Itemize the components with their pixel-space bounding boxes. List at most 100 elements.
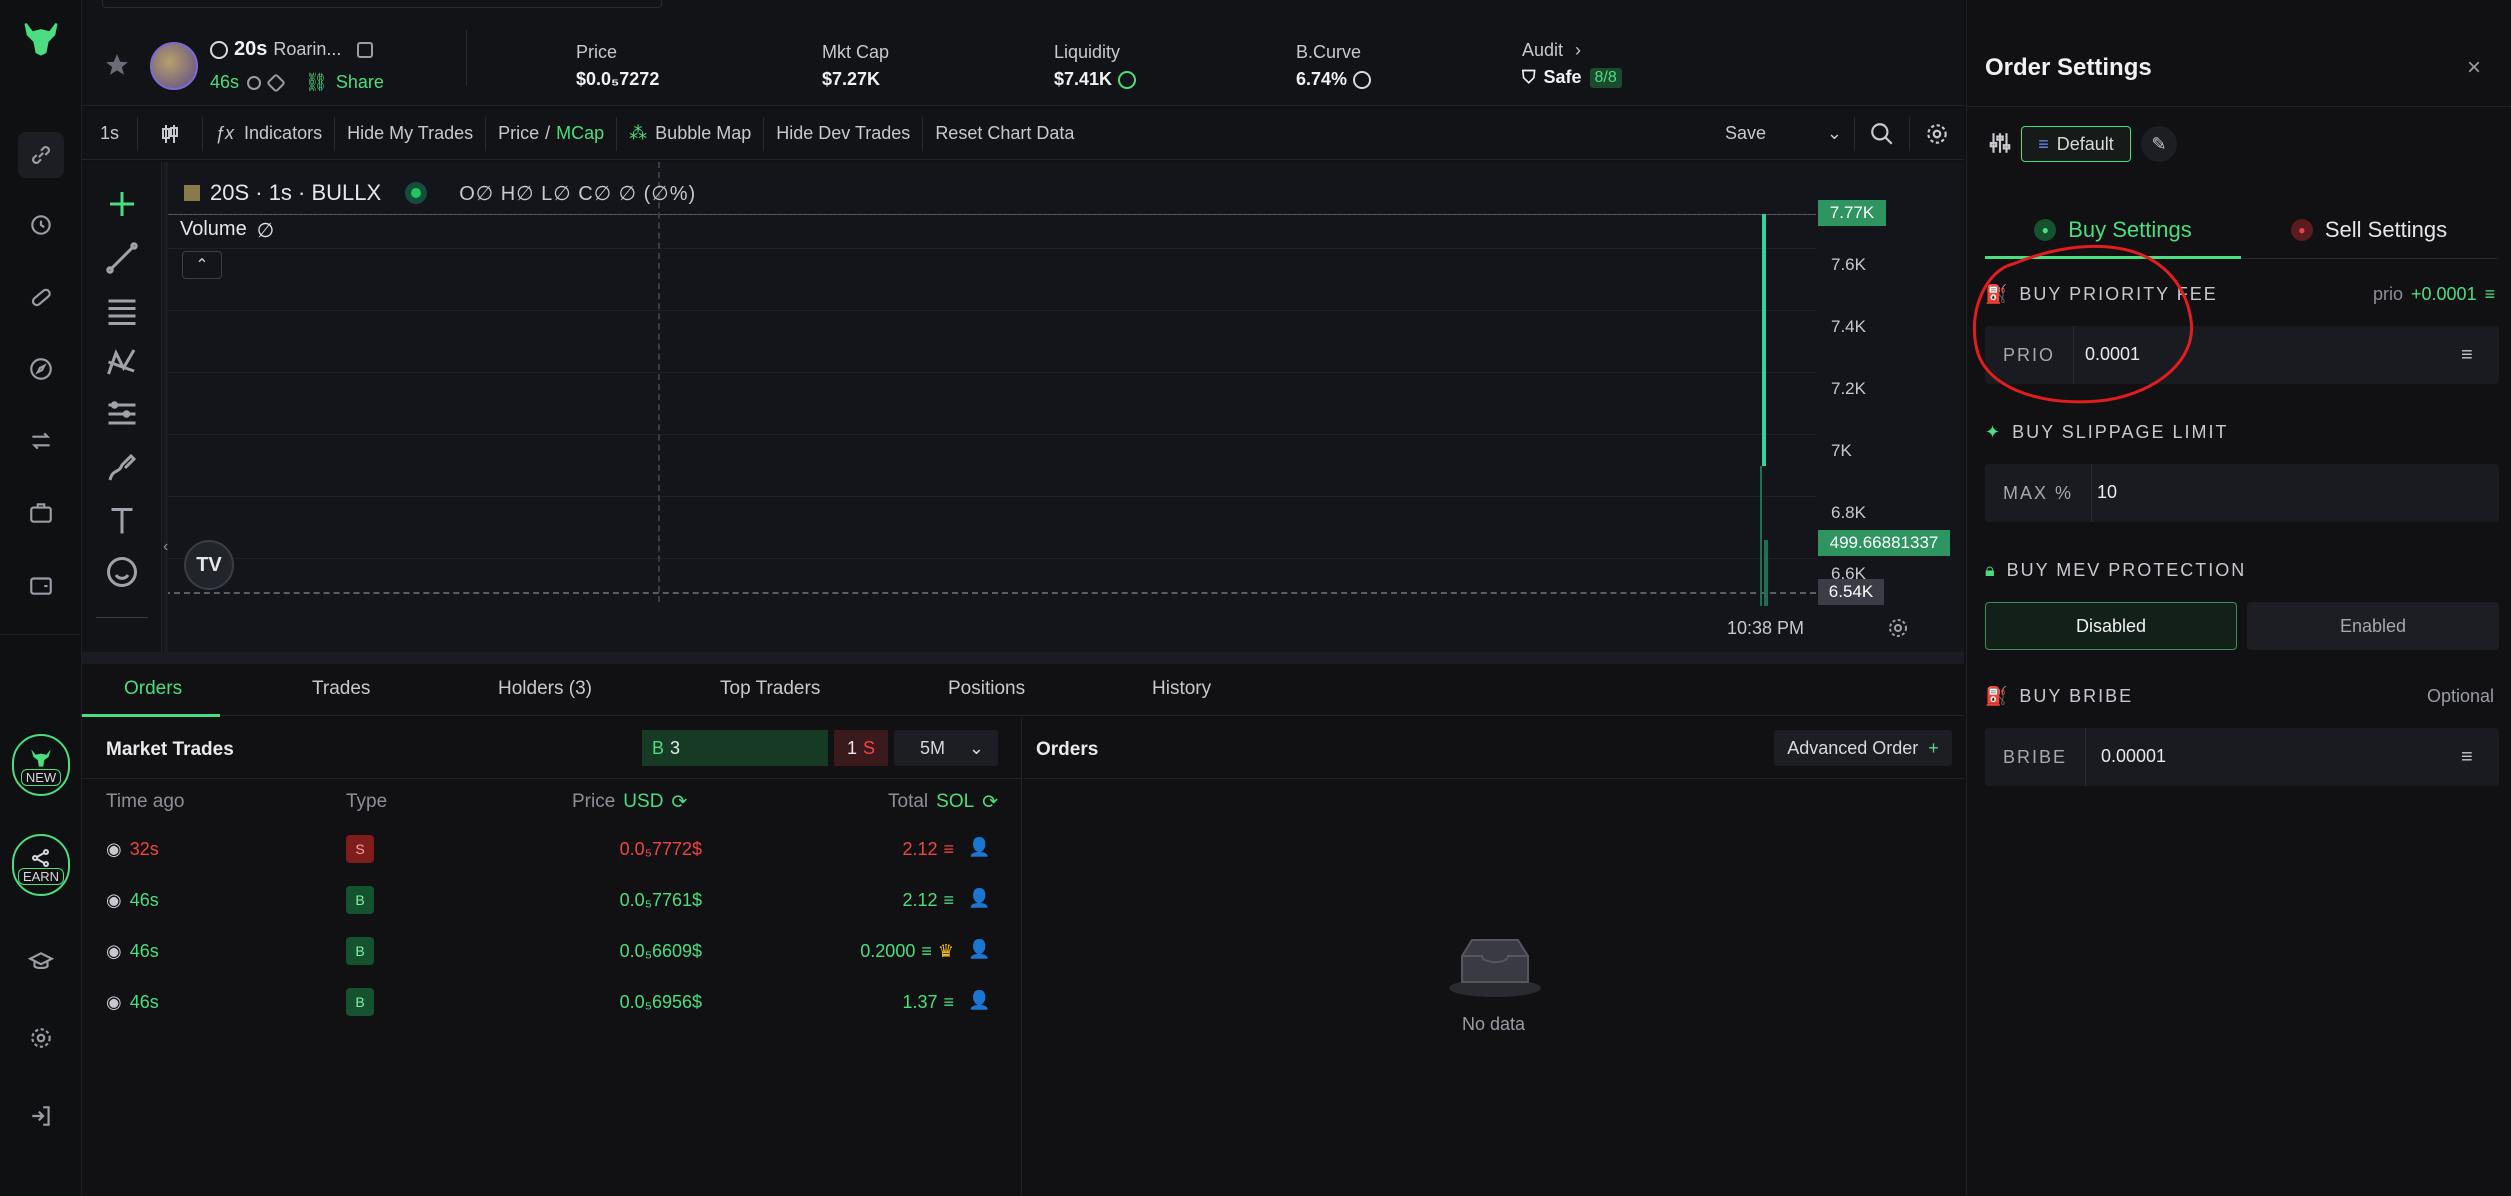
save-dropdown[interactable]: Save ⌄ — [1707, 116, 1855, 151]
bribe-input[interactable] — [2101, 746, 2401, 767]
tab-positions[interactable]: Positions — [948, 678, 1025, 700]
new-bull-badge[interactable]: NEW — [12, 734, 70, 796]
menu-icon[interactable]: ≡ — [2461, 746, 2483, 768]
pump-icon — [210, 40, 228, 59]
search-input[interactable] — [102, 0, 662, 8]
annotation-circle — [1972, 244, 2194, 404]
history-icon[interactable] — [21, 205, 61, 245]
lock-icon: 🔒︎ — [1985, 560, 1997, 580]
empty-inbox-icon — [1448, 936, 1542, 998]
token-name: Roarin... — [273, 39, 342, 59]
price-chart[interactable] — [82, 162, 1964, 652]
trade-total: 1.37 ≡ — [902, 992, 954, 1012]
lock-icon — [1118, 70, 1137, 89]
mev-disabled-button[interactable]: Disabled — [1985, 602, 2237, 650]
tab-orders[interactable]: Orders — [124, 678, 182, 700]
interval-selector[interactable]: 1s — [82, 116, 139, 151]
zoom-icon[interactable] — [1855, 116, 1910, 151]
projection-tool-icon[interactable] — [104, 396, 140, 432]
stat-price: Price $0.0₅7272 — [576, 42, 660, 89]
bull-logo-icon[interactable] — [18, 16, 64, 62]
chevron-down-icon: ⌄ — [1826, 123, 1842, 143]
trader-icon[interactable]: 👤 — [968, 888, 992, 912]
close-icon[interactable]: × — [2467, 54, 2481, 82]
tab-top-traders[interactable]: Top Traders — [720, 678, 820, 700]
briefcase-icon[interactable] — [21, 493, 61, 533]
token-symbol: 20s — [234, 38, 268, 60]
pill-icon[interactable] — [21, 277, 61, 317]
trader-icon[interactable]: 👤 — [968, 939, 992, 963]
chevron-right-icon: › — [1575, 40, 1582, 60]
bribe-title: ⛽ BUY BRIBE — [1985, 686, 2134, 706]
tradingview-logo-icon[interactable]: TV — [184, 540, 234, 590]
search-small-icon[interactable] — [247, 75, 262, 90]
tab-history[interactable]: History — [1152, 678, 1211, 700]
fib-lines-icon[interactable] — [104, 292, 140, 328]
share-link[interactable]: Share — [336, 72, 384, 93]
link-small-icon[interactable] — [266, 72, 286, 93]
chart-toolbar: 1s ƒx Indicators Hide My Trades Price / MCa… — [82, 108, 1964, 160]
audit-score-badge: 8/8 — [1589, 67, 1622, 88]
order-settings-panel: Order Settings × ≡ Default ✎ ● Buy Settin… — [1966, 0, 2511, 1196]
table-row[interactable]: ◉ 46s B 0.0₅6609$ 0.2000 ≡ ♛ 👤 — [82, 928, 1022, 978]
trader-icon[interactable]: 👤 — [968, 837, 992, 861]
hide-dev-trades-button[interactable]: Hide Dev Trades — [764, 116, 924, 151]
trader-icon[interactable]: 👤 — [968, 990, 992, 1014]
copy-icon[interactable] — [357, 41, 374, 58]
panel-resize-handle[interactable] — [82, 652, 1964, 664]
price-mcap-toggle[interactable]: Price / MCap — [486, 116, 618, 151]
share-link-icon[interactable]: ⛓ — [305, 72, 328, 93]
menu-icon[interactable]: ≡ — [2461, 344, 2483, 366]
indicators-button[interactable]: ƒx Indicators — [203, 116, 336, 151]
tab-trades[interactable]: Trades — [312, 678, 370, 700]
header-total[interactable]: Total SOL ⟳ — [888, 791, 998, 814]
emoji-tool-icon[interactable] — [104, 554, 140, 590]
bribe-optional-label: Optional — [2427, 686, 2495, 706]
crosshair-tool-icon[interactable] — [104, 186, 140, 222]
advanced-order-button[interactable]: Advanced Order + — [1774, 730, 1952, 766]
header-price[interactable]: Price USD ⟳ — [572, 791, 687, 814]
earn-badge[interactable]: EARN — [12, 834, 70, 896]
link-icon[interactable] — [18, 132, 64, 178]
slippage-input[interactable] — [2097, 482, 2397, 503]
table-row[interactable]: ◉ 46s B 0.0₅7761$ 2.12 ≡ 👤 — [82, 877, 1022, 927]
stat-audit[interactable]: Audit › ⛉ Safe 8/8 — [1522, 40, 1622, 88]
compass-icon[interactable] — [21, 349, 61, 389]
axis-settings-icon[interactable] — [1886, 616, 1910, 640]
sliders-icon[interactable] — [1987, 130, 2013, 156]
live-status-icon — [405, 182, 428, 204]
earn-label: EARN — [17, 867, 65, 885]
logout-icon[interactable] — [21, 1096, 61, 1136]
chart-settings-icon[interactable] — [1910, 117, 1964, 151]
gear-icon[interactable] — [21, 1018, 61, 1058]
candle-type-icon[interactable] — [138, 116, 204, 151]
trend-line-icon[interactable] — [104, 240, 140, 276]
clock-icon: ◉ — [106, 839, 122, 859]
pattern-tool-icon[interactable] — [104, 344, 140, 380]
wallet-icon[interactable] — [21, 565, 61, 605]
market-trades-title: Market Trades — [106, 739, 234, 760]
table-row[interactable]: ◉ 32s S 0.0₅7772$ 2.12 ≡ 👤 — [82, 826, 1022, 876]
swap-icon[interactable] — [21, 421, 61, 461]
tab-holders[interactable]: Holders (3) — [498, 678, 592, 700]
graduation-cap-icon[interactable] — [21, 942, 61, 982]
collapse-legend-button[interactable]: ⌃ — [182, 251, 222, 279]
preset-selector[interactable]: ≡ Default — [2021, 126, 2131, 162]
crosshair-vertical — [658, 162, 660, 602]
runner-icon: ✦ — [1985, 422, 2003, 442]
top-price-tag: 7.77K — [1818, 200, 1886, 226]
edit-preset-icon[interactable]: ✎ — [2141, 126, 2177, 162]
type-badge: B — [346, 886, 374, 914]
brush-tool-icon[interactable] — [104, 450, 140, 486]
mev-enabled-button[interactable]: Enabled — [2247, 602, 2499, 650]
star-icon[interactable] — [104, 52, 130, 78]
bubble-map-button[interactable]: ⁂ Bubble Map — [617, 116, 765, 151]
hide-my-trades-button[interactable]: Hide My Trades — [335, 116, 487, 151]
collapse-tools-icon[interactable]: ‹ — [163, 538, 168, 556]
shield-icon: ⛉ — [1522, 67, 1536, 87]
table-row[interactable]: ◉ 46s B 0.0₅6956$ 1.37 ≡ 👤 — [82, 979, 1022, 1029]
interval-dropdown[interactable]: 5M ⌄ — [894, 730, 998, 766]
reset-chart-button[interactable]: Reset Chart Data — [923, 117, 1086, 151]
tab-sell-settings[interactable]: ● Sell Settings — [2241, 200, 2497, 260]
text-tool-icon[interactable] — [104, 502, 140, 538]
